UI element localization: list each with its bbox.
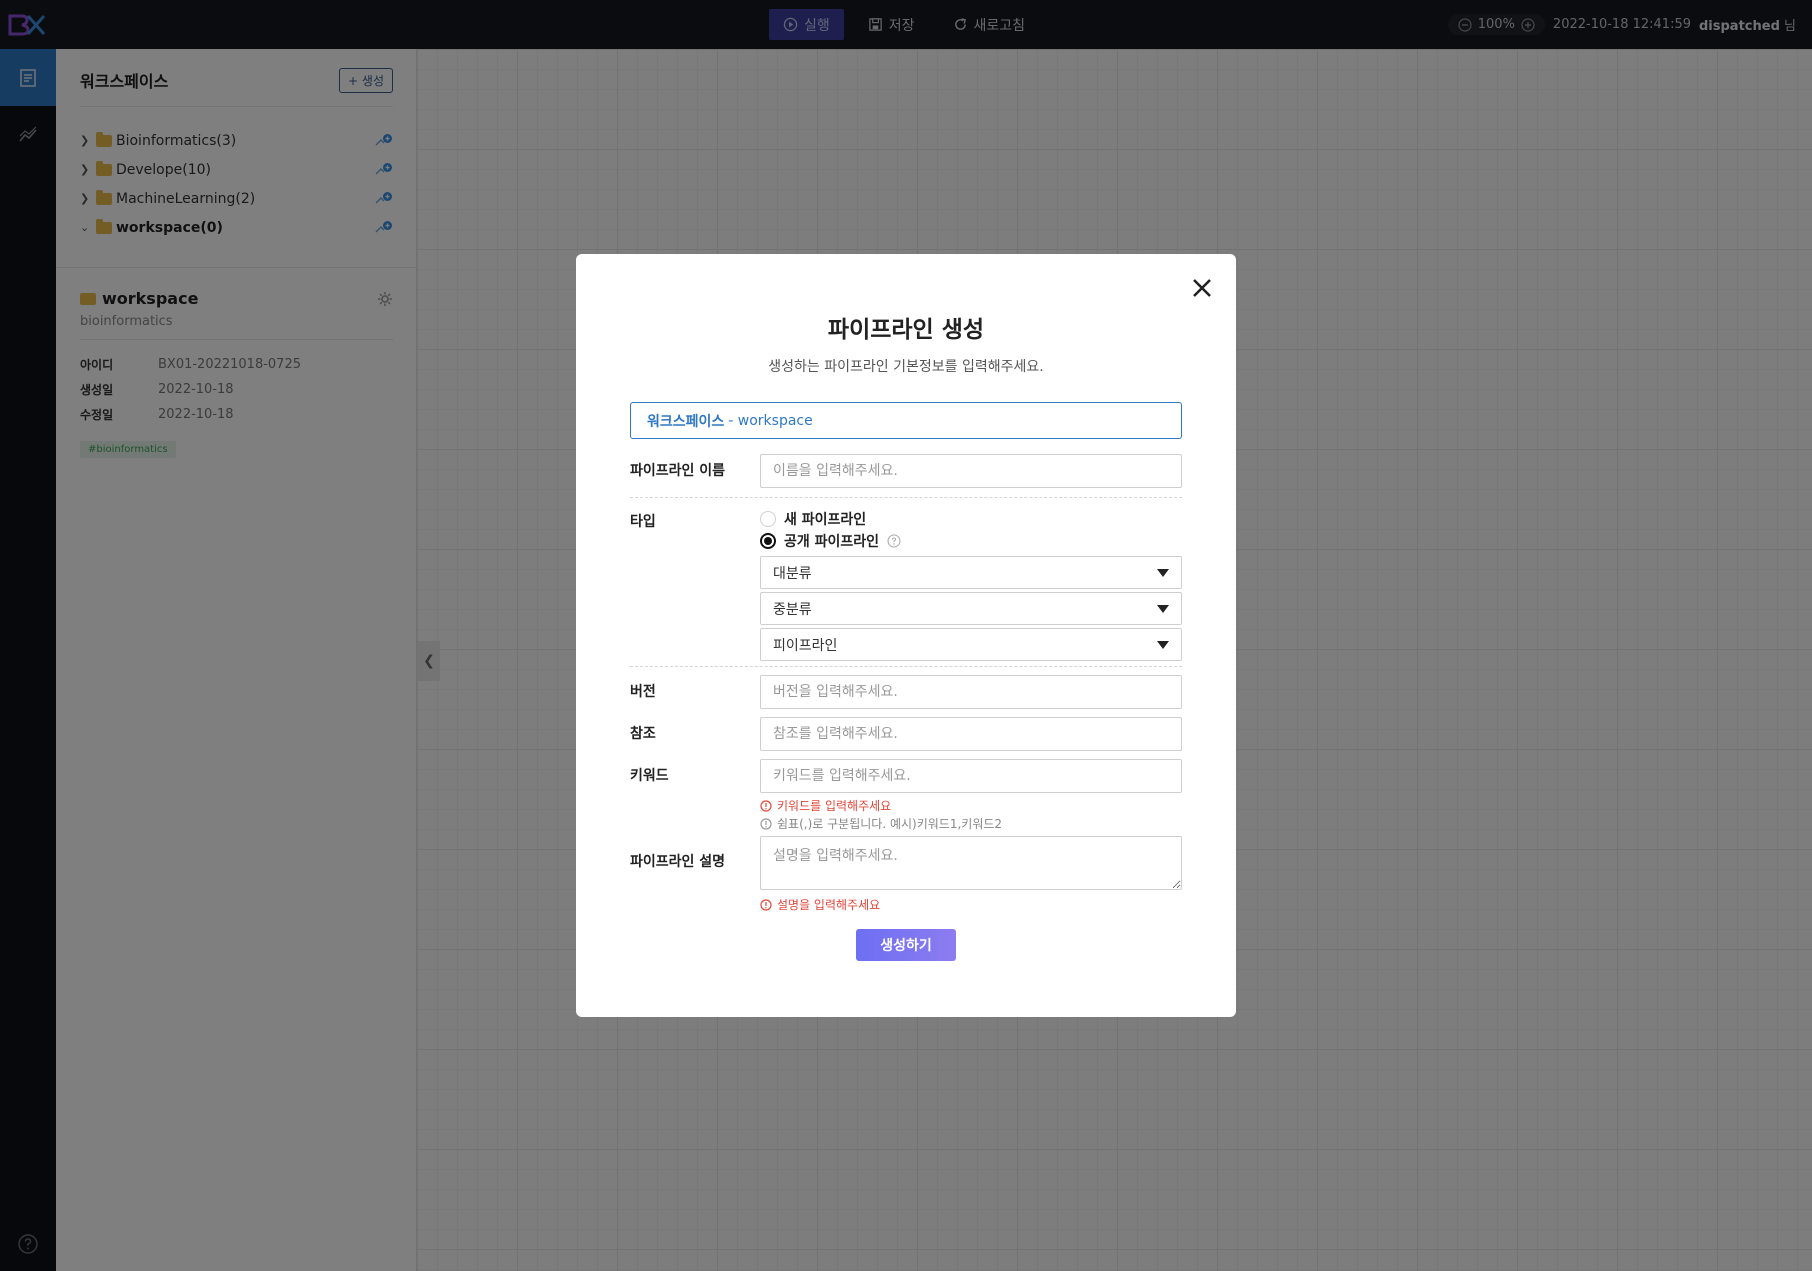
description-error: 설명을 입력해주세요 <box>760 896 880 913</box>
caret-down-icon <box>1157 640 1169 649</box>
keyword-label: 키워드 <box>630 768 669 784</box>
middle-category-select[interactable]: 중분류 <box>760 592 1182 625</box>
divider <box>630 666 1182 667</box>
keyword-error: 키워드를 입력해주세요 <box>760 797 891 814</box>
info-circle-icon <box>760 817 772 830</box>
workspace-banner: 워크스페이스 - workspace <box>630 402 1182 439</box>
modal-subtitle: 생성하는 파이프라인 기본정보를 입력해주세요. <box>768 359 1044 375</box>
keyword-error-text: 키워드를 입력해주세요 <box>777 799 892 813</box>
modal-title: 파이프라인 생성 <box>827 317 985 343</box>
reference-label: 참조 <box>630 726 656 742</box>
description-textarea[interactable] <box>760 836 1182 890</box>
create-pipeline-button[interactable]: 생성하기 <box>856 929 956 961</box>
create-pipeline-modal: 파이프라인 생성 생성하는 파이프라인 기본정보를 입력해주세요. 워크스페이스… <box>576 254 1236 1017</box>
select-value: 피이프라인 <box>773 637 838 654</box>
version-input[interactable] <box>760 675 1182 709</box>
radio-checked[interactable] <box>760 533 776 549</box>
pipeline-select[interactable]: 피이프라인 <box>760 628 1182 661</box>
pipeline-name-input[interactable] <box>760 454 1182 488</box>
divider <box>630 497 1182 498</box>
caret-down-icon <box>1157 568 1169 577</box>
radio-public-label: 공개 파이프라인 <box>784 534 880 550</box>
keyword-hint: 쉼표(,)로 구분됩니다. 예시)키워드1,키워드2 <box>760 815 1002 832</box>
workspace-banner-value: - workspace <box>728 412 813 429</box>
type-label: 타입 <box>630 514 656 530</box>
keyword-hint-text: 쉼표(,)로 구분됩니다. 예시)키워드1,키워드2 <box>777 817 1003 831</box>
radio-public-pipeline[interactable]: 공개 파이프라인 <box>760 531 901 551</box>
workspace-banner-label: 워크스페이스 <box>647 413 725 430</box>
select-value: 중분류 <box>773 601 812 618</box>
keyword-input[interactable] <box>760 759 1182 793</box>
close-icon[interactable] <box>1190 276 1214 300</box>
description-label: 파이프라인 설명 <box>630 854 726 870</box>
select-value: 대분류 <box>773 565 812 582</box>
description-error-text: 설명을 입력해주세요 <box>777 898 881 912</box>
radio-new-label: 새 파이프라인 <box>784 512 867 528</box>
question-circle-icon[interactable] <box>887 534 901 548</box>
version-label: 버전 <box>630 684 656 700</box>
caret-down-icon <box>1157 604 1169 613</box>
error-circle-icon <box>760 898 772 911</box>
radio-unchecked[interactable] <box>760 511 776 527</box>
radio-new-pipeline[interactable]: 새 파이프라인 <box>760 509 866 529</box>
major-category-select[interactable]: 대분류 <box>760 556 1182 589</box>
error-circle-icon <box>760 799 772 812</box>
reference-input[interactable] <box>760 717 1182 751</box>
name-label: 파이프라인 이름 <box>630 463 726 479</box>
